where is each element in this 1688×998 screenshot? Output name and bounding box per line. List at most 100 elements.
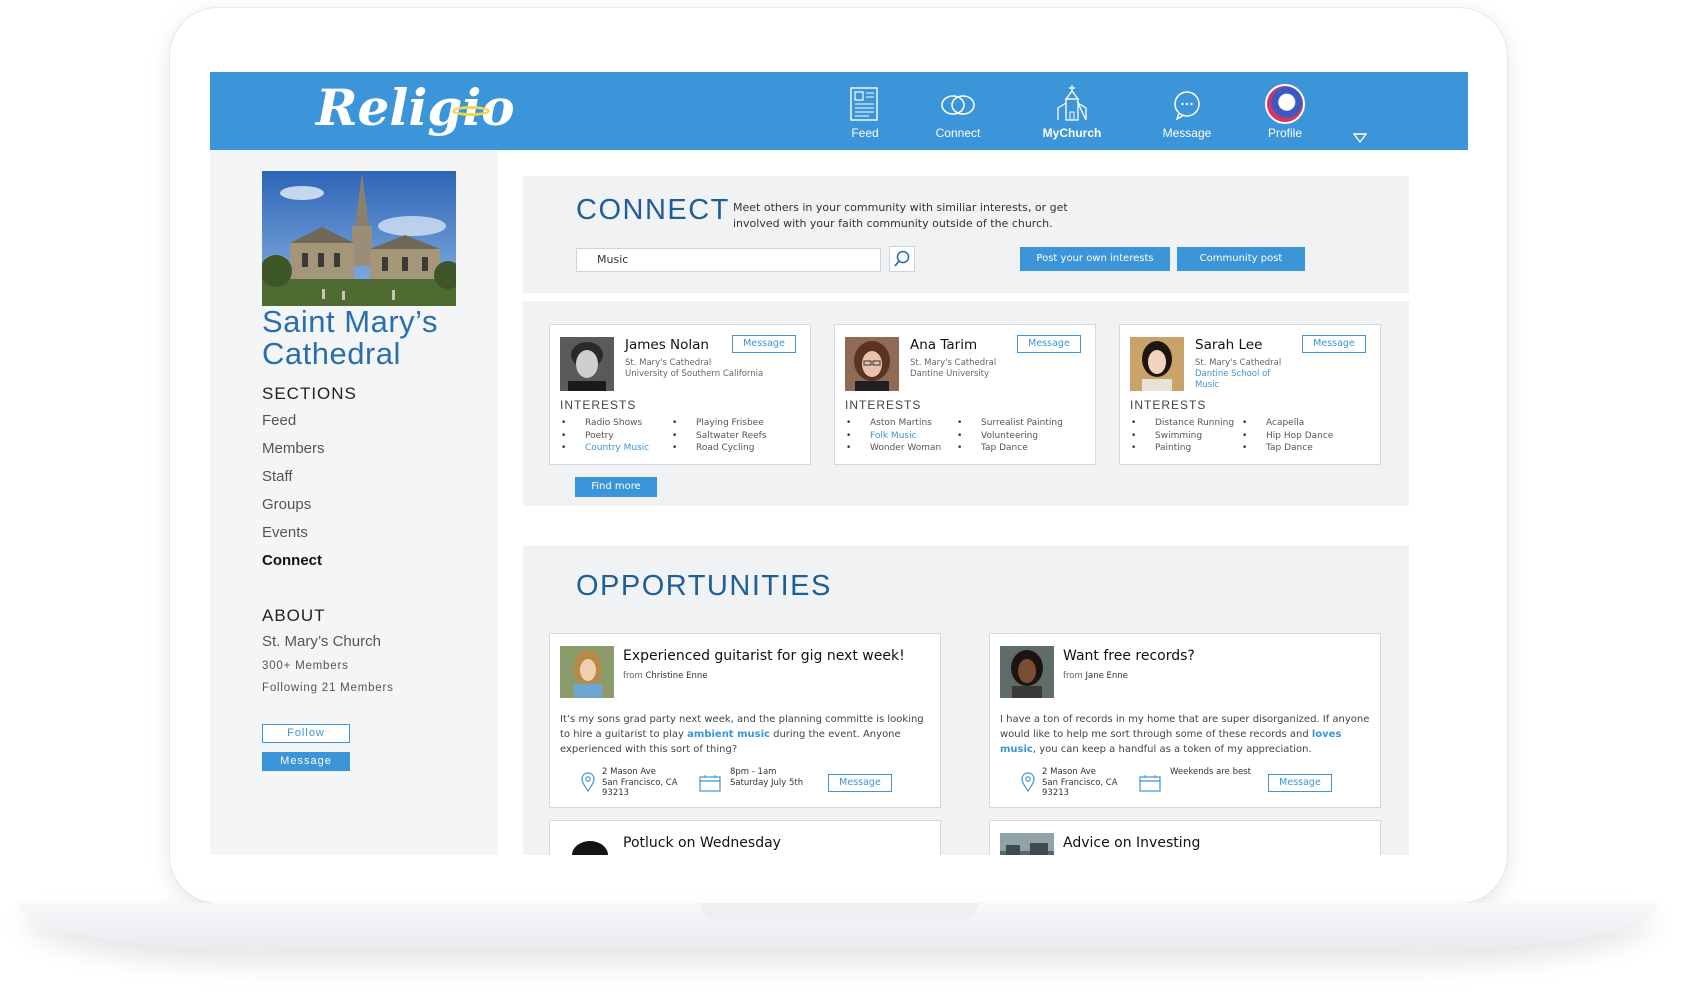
post-interests-button[interactable]: Post your own interests xyxy=(1020,247,1170,271)
poster-photo xyxy=(560,646,614,698)
follow-button[interactable]: Follow xyxy=(262,724,350,743)
opportunity-title[interactable]: Advice on Investing xyxy=(1063,835,1200,851)
nav-mychurch[interactable]: MyChurch xyxy=(1017,84,1127,140)
opportunity-card[interactable]: Advice on Investing xyxy=(989,820,1381,855)
opportunity-card[interactable]: Experienced guitarist for gig next week!… xyxy=(549,633,941,808)
author-name[interactable]: Jane Enne xyxy=(1085,671,1127,681)
member-count: 300+ Members xyxy=(262,660,349,672)
interests-label: INTERESTS xyxy=(845,398,922,412)
interest-item: Poetry xyxy=(555,430,649,443)
opportunity-time: Weekends are best xyxy=(1170,767,1251,778)
address-line: 2 Mason Ave xyxy=(1042,767,1096,777)
message-button[interactable]: Message xyxy=(732,335,796,353)
time-line: 8pm - 1am xyxy=(730,767,777,777)
church-photo xyxy=(262,171,456,306)
interest-item: Hip Hop Dance xyxy=(1236,430,1333,443)
interest-item: Painting xyxy=(1125,442,1234,455)
sidebar-item-connect[interactable]: Connect xyxy=(262,552,322,569)
opportunity-title[interactable]: Experienced guitarist for gig next week! xyxy=(623,648,905,664)
person-church: St. Mary's Cathedral xyxy=(910,358,997,368)
interest-list: Aston Martins Folk Music Wonder Woman xyxy=(840,417,941,455)
search-input[interactable]: Music xyxy=(576,248,881,272)
address-line: San Francisco, CA xyxy=(602,777,678,788)
sidebar-item-events[interactable]: Events xyxy=(262,524,308,541)
nav-feed-label: Feed xyxy=(851,126,879,140)
author-name[interactable]: Christine Enne xyxy=(645,671,707,681)
rings-icon xyxy=(941,95,975,115)
opportunity-time: 8pm - 1am Saturday July 5th xyxy=(730,767,803,788)
interest-item: Saltwater Reefs xyxy=(666,430,767,443)
person-card: Ana Tarim St. Mary's Cathedral Dantine U… xyxy=(834,324,1096,465)
opportunity-address: 2 Mason Ave San Francisco, CA 93213 xyxy=(1042,767,1118,799)
interest-item: Tap Dance xyxy=(951,442,1063,455)
interest-item: Surrealist Painting xyxy=(951,417,1063,430)
sidebar-item-staff[interactable]: Staff xyxy=(262,468,293,485)
interest-list: Distance Running Swimming Painting xyxy=(1125,417,1234,455)
interest-item: Volunteering xyxy=(951,430,1063,443)
person-photo xyxy=(1130,337,1184,391)
nav-connect[interactable]: Connect xyxy=(903,84,1013,140)
opportunity-title[interactable]: Want free records? xyxy=(1063,648,1195,664)
message-button[interactable]: Message xyxy=(1268,774,1332,792)
logo-halo-icon xyxy=(452,106,490,116)
message-button[interactable]: Message xyxy=(1302,335,1366,353)
top-nav-bar: Religio Feed Connect MyChurch Message Pr… xyxy=(210,72,1468,150)
address-line: 2 Mason Ave xyxy=(602,767,656,777)
sidebar-item-feed[interactable]: Feed xyxy=(262,412,296,429)
chevron-down-icon[interactable] xyxy=(1353,132,1367,144)
nav-profile[interactable]: Profile xyxy=(1230,84,1340,140)
from-prefix: from xyxy=(1063,671,1083,681)
avatar xyxy=(1265,84,1305,124)
person-school: Dantine University xyxy=(910,369,990,379)
time-line: Weekends are best xyxy=(1170,767,1251,777)
community-post-button[interactable]: Community post xyxy=(1177,247,1305,271)
person-name[interactable]: Sarah Lee xyxy=(1195,337,1262,353)
opportunities-title: OPPORTUNITIES xyxy=(576,570,832,602)
person-affiliation: St. Mary's Cathedral Dantine School of M… xyxy=(1195,358,1285,391)
person-school: University of Southern California xyxy=(625,369,764,379)
opportunity-card[interactable]: Potluck on Wednesday xyxy=(549,820,941,855)
sidebar-item-members[interactable]: Members xyxy=(262,440,325,457)
connect-header-panel: CONNECT Meet others in your community wi… xyxy=(523,176,1409,293)
calendar-icon xyxy=(1139,775,1161,792)
message-button[interactable]: Message xyxy=(828,774,892,792)
sidebar-item-groups[interactable]: Groups xyxy=(262,496,311,513)
person-photo xyxy=(845,337,899,391)
search-icon xyxy=(894,250,910,267)
interests-label: INTERESTS xyxy=(1130,398,1207,412)
chat-bubble-icon xyxy=(1174,91,1200,121)
find-more-button[interactable]: Find more xyxy=(575,477,657,497)
location-pin-icon xyxy=(1021,772,1035,792)
interest-item: Distance Running xyxy=(1125,417,1234,430)
about-church-name: St. Mary’s Church xyxy=(262,633,381,650)
interest-list: Radio Shows Poetry Country Music xyxy=(555,417,649,455)
interest-list: Acapella Hip Hop Dance Tap Dance xyxy=(1236,417,1333,455)
interest-item: Tap Dance xyxy=(1236,442,1333,455)
person-name[interactable]: Ana Tarim xyxy=(910,337,977,353)
person-school[interactable]: Dantine School of Music xyxy=(1195,369,1285,391)
about-heading: ABOUT xyxy=(262,606,326,625)
opportunity-author: from Jane Enne xyxy=(1063,671,1128,681)
search-button[interactable] xyxy=(889,246,915,272)
interest-item-match[interactable]: Country Music xyxy=(555,442,649,455)
opportunity-body: I have a ton of records in my home that … xyxy=(1000,712,1372,757)
message-button[interactable]: Message xyxy=(1017,335,1081,353)
opportunity-title[interactable]: Potluck on Wednesday xyxy=(623,835,781,851)
person-name[interactable]: James Nolan xyxy=(625,337,709,353)
sidebar-message-button[interactable]: Message xyxy=(262,752,350,771)
person-church: St. Mary's Cathedral xyxy=(625,358,712,368)
interest-item-match[interactable]: Folk Music xyxy=(840,430,941,443)
interests-label: INTERESTS xyxy=(560,398,637,412)
interest-list: Playing Frisbee Saltwater Reefs Road Cyc… xyxy=(666,417,767,455)
opportunity-card[interactable]: Want free records? from Jane Enne I have… xyxy=(989,633,1381,808)
opportunity-body: It’s my sons grad party next week, and t… xyxy=(560,712,932,757)
person-affiliation: St. Mary's Cathedral University of South… xyxy=(625,358,763,380)
sidebar: Saint Mary’s Cathedral SECTIONS Feed Mem… xyxy=(210,150,498,855)
connect-description: Meet others in your community with simil… xyxy=(733,201,1068,230)
interest-item: Road Cycling xyxy=(666,442,767,455)
church-name: Saint Mary’s Cathedral xyxy=(262,304,438,371)
interest-list: Surrealist Painting Volunteering Tap Dan… xyxy=(951,417,1063,455)
people-panel: James Nolan St. Mary's Cathedral Univers… xyxy=(523,301,1409,506)
interest-item: Acapella xyxy=(1236,417,1333,430)
nav-message[interactable]: Message xyxy=(1132,84,1242,140)
